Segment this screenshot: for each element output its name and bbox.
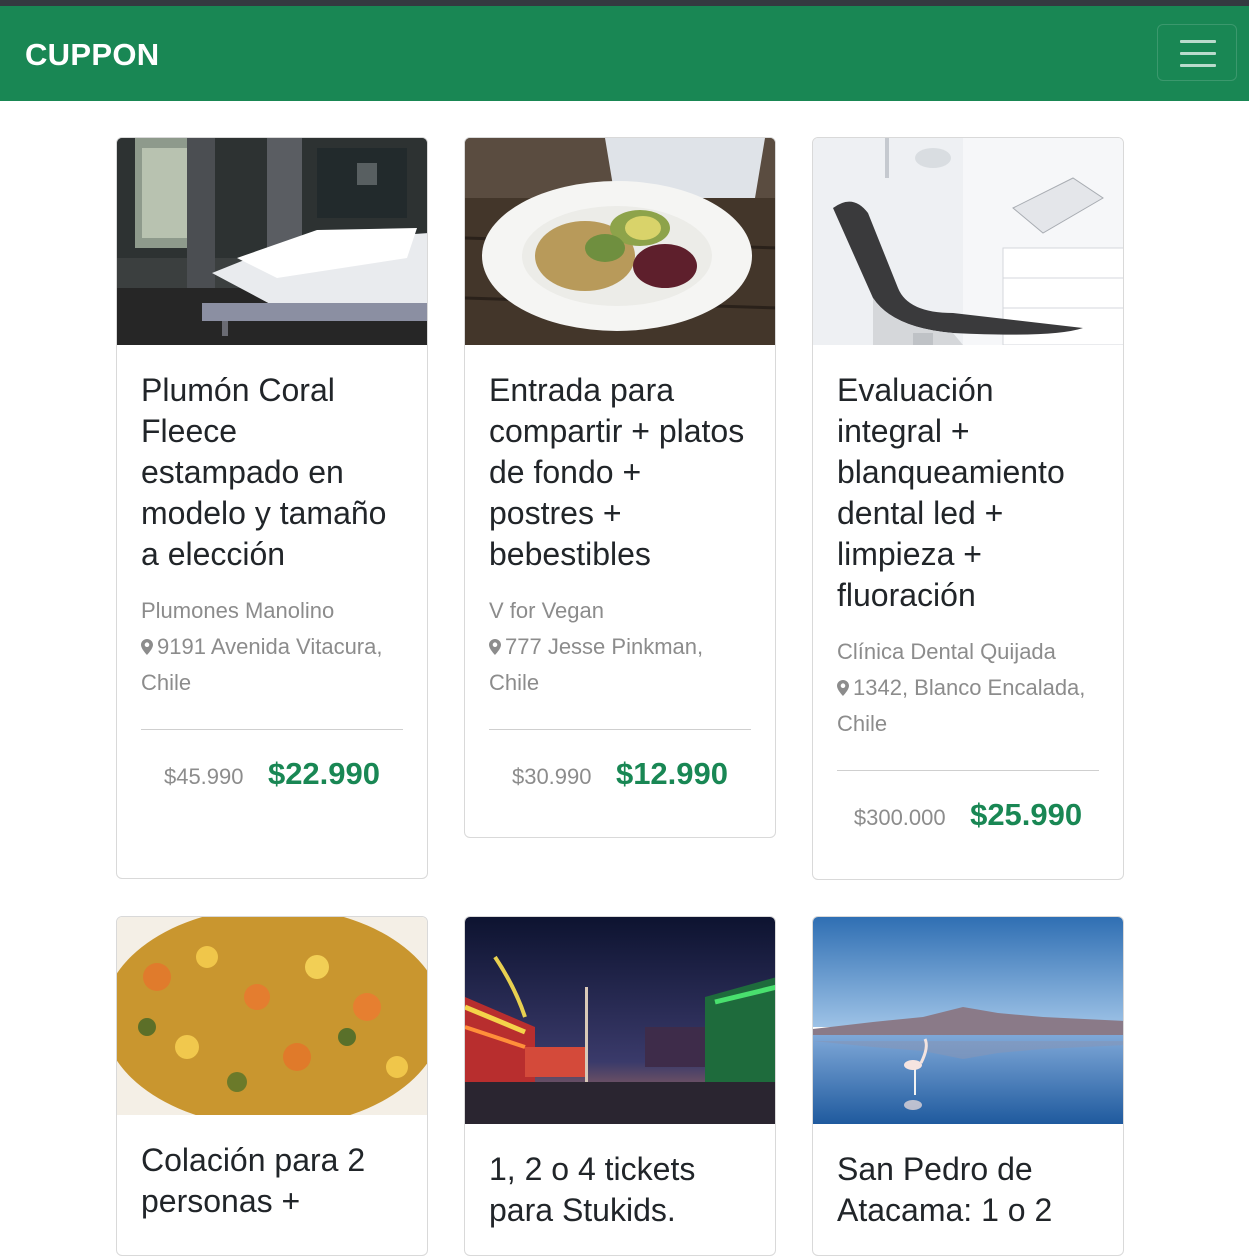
deal-title[interactable]: Entrada para compartir + platos de fondo… <box>489 370 751 575</box>
deal-card[interactable]: Entrada para compartir + platos de fondo… <box>464 137 776 838</box>
discount-price: $25.990 <box>970 797 1083 832</box>
map-pin-icon <box>141 639 153 655</box>
map-pin-icon <box>837 680 849 696</box>
deal-card[interactable]: Plumón Coral Fleece estampado en modelo … <box>116 137 428 879</box>
menu-toggle-button[interactable] <box>1157 24 1237 81</box>
deal-image-flamingo-lagoon[interactable] <box>813 917 1123 1124</box>
merchant-name: Plumones Manolino <box>141 598 335 623</box>
original-price: $300.000 <box>853 805 946 830</box>
deal-image-amusement-park[interactable] <box>465 917 775 1124</box>
price-row: $300.000 $25.990 <box>837 771 1099 879</box>
deal-card[interactable]: San Pedro de Atacama: 1 o 2 <box>812 916 1124 1256</box>
deal-title[interactable]: San Pedro de Atacama: 1 o 2 <box>837 1149 1099 1231</box>
merchant-name: Clínica Dental Quijada <box>837 639 1056 664</box>
original-price: $30.990 <box>511 764 592 789</box>
deal-card[interactable]: Evaluación integral + blanqueamiento den… <box>812 137 1124 880</box>
address-text: 1342, Blanco Encalada, Chile <box>837 675 1086 736</box>
deal-address: 777 Jesse Pinkman, Chile <box>489 629 751 701</box>
discount-price: $22.990 <box>267 756 381 791</box>
deal-address: 1342, Blanco Encalada, Chile <box>837 670 1099 742</box>
map-pin-icon <box>489 639 501 655</box>
navbar: CUPPON <box>0 6 1249 101</box>
hamburger-icon <box>1180 40 1216 43</box>
hamburger-icon-bar <box>1180 52 1216 55</box>
deal-image-food-dish[interactable] <box>117 917 427 1115</box>
deal-title[interactable]: Evaluación integral + blanqueamiento den… <box>837 370 1099 616</box>
deal-title[interactable]: Colación para 2 personas + <box>141 1140 403 1222</box>
address-text: 9191 Avenida Vitacura, Chile <box>141 634 383 695</box>
deal-image-bedroom[interactable] <box>117 138 427 345</box>
deal-title[interactable]: Plumón Coral Fleece estampado en modelo … <box>141 370 403 575</box>
hamburger-icon-bar <box>1180 64 1216 67</box>
deal-image-dental-chair[interactable] <box>813 138 1123 345</box>
deal-card[interactable]: 1, 2 o 4 tickets para Stukids. <box>464 916 776 1256</box>
price-row: $30.990 $12.990 <box>489 730 751 837</box>
brand-logo[interactable]: CUPPON <box>25 36 159 74</box>
original-price: $45.990 <box>163 764 244 789</box>
price-row: $45.990 $22.990 <box>141 730 403 842</box>
deal-address: 9191 Avenida Vitacura, Chile <box>141 629 403 701</box>
deal-image-vegan-plate[interactable] <box>465 138 775 345</box>
discount-price: $12.990 <box>615 756 729 791</box>
address-text: 777 Jesse Pinkman, Chile <box>489 634 704 695</box>
deal-title[interactable]: 1, 2 o 4 tickets para Stukids. <box>489 1149 751 1231</box>
merchant-name: V for Vegan <box>489 598 604 623</box>
deal-card[interactable]: Colación para 2 personas + <box>116 916 428 1256</box>
